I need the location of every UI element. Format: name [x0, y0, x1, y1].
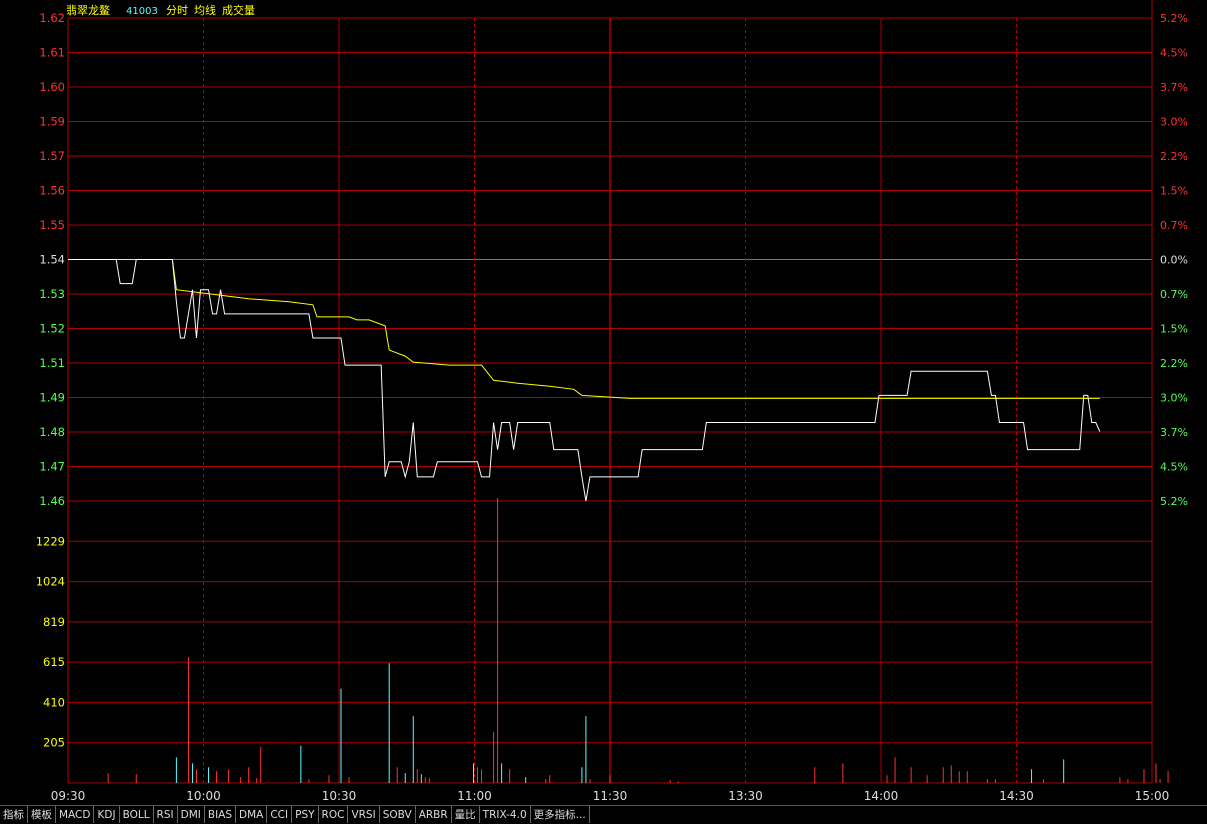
price-tick: 1.48: [39, 425, 65, 439]
tab-vrsi[interactable]: VRSI: [348, 806, 380, 823]
volume-tick: 1024: [36, 575, 65, 589]
percent-tick: 2.2%: [1160, 357, 1188, 370]
chart-grid: [67, 0, 1153, 784]
time-tick: 13:30: [728, 789, 763, 803]
tab-dmi[interactable]: DMI: [178, 806, 205, 823]
chart-header: 翡翠龙鳌 41003 分时 均线 成交量: [66, 3, 255, 17]
tab-dma[interactable]: DMA: [236, 806, 268, 823]
tab-1[interactable]: 模板: [28, 806, 56, 823]
tab-cci[interactable]: CCI: [267, 806, 293, 823]
percent-tick: 1.5%: [1160, 185, 1188, 198]
price-tick: 1.47: [39, 460, 65, 474]
price-tick: 1.52: [39, 322, 65, 336]
tab-trix-4-0[interactable]: TRIX-4.0: [480, 806, 531, 823]
tab-15[interactable]: 量比: [452, 806, 480, 823]
percent-tick: 0.7%: [1160, 219, 1188, 232]
percent-tick: 2.2%: [1160, 150, 1188, 163]
percent-tick: 3.7%: [1160, 426, 1188, 439]
volume-bars: [107, 497, 1169, 783]
price-tick: 1.62: [39, 11, 65, 25]
price-tick: 1.57: [39, 149, 65, 163]
percent-tick: 3.0%: [1160, 116, 1188, 129]
volume-label: 成交量: [222, 3, 255, 17]
time-tick: 10:30: [322, 789, 357, 803]
volume-tick: 1229: [36, 534, 65, 548]
time-tick: 09:30: [51, 789, 86, 803]
indicator-tab-bar: 指标 模板 MACD KDJ BOLL RSI DMI BIAS DMA CCI PSY ROC VRS…: [0, 805, 1207, 824]
tab-rsi[interactable]: RSI: [154, 806, 178, 823]
price-tick: 1.55: [39, 218, 65, 232]
percent-axis: 5.2% 4.5% 3.7% 3.0% 2.2% 1.5% 0.7% 0.0% 0.7% 1.5%…: [1160, 12, 1188, 508]
percent-tick: 0.7%: [1160, 288, 1188, 301]
price-tick: 1.51: [39, 356, 65, 370]
tab-17[interactable]: 更多指标...: [531, 806, 590, 823]
volume-axis: 1229 1024 819 615 410 205: [36, 534, 65, 749]
tab-0[interactable]: 指标: [0, 806, 28, 823]
percent-tick: 5.2%: [1160, 12, 1188, 25]
tab-roc[interactable]: ROC: [319, 806, 349, 823]
volume-tick: 410: [43, 695, 65, 709]
tab-kdj[interactable]: KDJ: [94, 806, 120, 823]
price-tick: 1.53: [39, 287, 65, 301]
avg-line-label: 均线: [194, 3, 216, 17]
volume-tick: 615: [43, 655, 65, 669]
time-axis: 09:30 10:00 10:30 11:00 11:30 13:30 14:00 14:30…: [51, 789, 1170, 803]
stock-code: 41003: [126, 6, 158, 17]
percent-tick: 4.5%: [1160, 47, 1188, 60]
time-tick: 11:00: [457, 789, 492, 803]
price-lines: [68, 259, 1101, 502]
price-axis: 1.62 1.61 1.60 1.59 1.57 1.56 1.55 1.54 1.53 1.52…: [39, 11, 65, 508]
time-tick: 14:30: [999, 789, 1034, 803]
stock-name: 翡翠龙鳌: [66, 3, 110, 17]
price-tick: 1.61: [39, 46, 65, 60]
tab-arbr[interactable]: ARBR: [416, 806, 452, 823]
percent-tick: 4.5%: [1160, 461, 1188, 474]
intraday-chart[interactable]: 1.62 1.61 1.60 1.59 1.57 1.56 1.55 1.54 1.53 1.52…: [0, 0, 1207, 805]
volume-tick: 819: [43, 615, 65, 629]
percent-tick: 3.0%: [1160, 392, 1188, 405]
time-tick: 15:00: [1135, 789, 1170, 803]
price-tick: 1.56: [39, 184, 65, 198]
time-tick: 10:00: [186, 789, 221, 803]
tab-boll[interactable]: BOLL: [120, 806, 154, 823]
percent-tick: 0.0%: [1160, 254, 1188, 267]
percent-tick: 3.7%: [1160, 81, 1188, 94]
price-tick: 1.59: [39, 115, 65, 129]
time-tick: 14:00: [864, 789, 899, 803]
percent-tick: 1.5%: [1160, 323, 1188, 336]
price-tick: 1.49: [39, 391, 65, 405]
tab-bias[interactable]: BIAS: [205, 806, 237, 823]
percent-tick: 5.2%: [1160, 495, 1188, 508]
price-tick: 1.46: [39, 494, 65, 508]
tab-psy[interactable]: PSY: [292, 806, 319, 823]
price-tick: 1.54: [39, 253, 65, 267]
time-tick: 11:30: [593, 789, 628, 803]
tab-sobv[interactable]: SOBV: [380, 806, 416, 823]
volume-tick: 205: [43, 736, 65, 750]
tab-macd[interactable]: MACD: [56, 806, 95, 823]
view-label: 分时: [166, 4, 188, 17]
price-tick: 1.60: [39, 80, 65, 94]
